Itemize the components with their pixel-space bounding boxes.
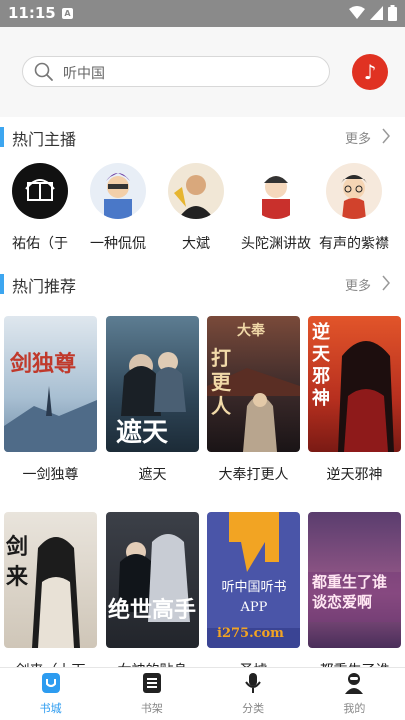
book-cover: 逆天邪神 xyxy=(308,316,401,452)
anchor-item[interactable]: 大斌 xyxy=(156,163,236,253)
microphone-icon xyxy=(245,673,261,693)
more-anchors-link[interactable]: 更多 xyxy=(345,128,371,147)
avatar xyxy=(248,163,304,219)
section-accent-bar xyxy=(0,274,4,294)
hot-recommend-header: 热门推荐 更多 xyxy=(0,272,405,296)
book-title: 遮天 xyxy=(138,467,167,483)
chevron-right-icon[interactable] xyxy=(381,274,391,292)
search-input[interactable]: 听中国 xyxy=(22,56,330,87)
avatar xyxy=(90,163,146,219)
cover-title: 都重生了谁谈恋爱啊 xyxy=(312,573,388,611)
cover-title: 遮天 xyxy=(116,418,169,448)
book-cover: 剑来 xyxy=(4,512,97,648)
section-accent-bar xyxy=(0,127,4,147)
bottom-navigation: 书城 书架 分类 我的 xyxy=(0,667,405,720)
search-placeholder: 听中国 xyxy=(63,66,105,82)
status-bar: 11:15 A xyxy=(0,0,405,27)
avatar xyxy=(168,163,224,219)
chevron-right-icon[interactable] xyxy=(381,127,391,145)
cover-title: 逆天邪神 xyxy=(312,322,330,409)
status-time: 11:15 xyxy=(8,4,56,22)
more-books-link[interactable]: 更多 xyxy=(345,275,371,294)
cover-title: 剑来 xyxy=(6,534,29,590)
cover-badge: 大奉 xyxy=(237,323,265,339)
book-cover: 绝世高手 xyxy=(106,512,199,648)
anchor-name: 有声的紫襟 xyxy=(319,236,389,252)
book-title: 一剑独尊 xyxy=(22,467,79,483)
nav-label: 分类 xyxy=(242,702,265,715)
nav-label: 我的 xyxy=(343,702,366,715)
anchor-item[interactable]: 祐佑（于 xyxy=(0,163,80,253)
music-player-button[interactable]: ♪ xyxy=(352,54,388,90)
book-title: 大奉打更人 xyxy=(218,467,289,483)
book-card[interactable]: 听中国听书APP i275.com 圣墟 xyxy=(207,512,300,680)
avatar xyxy=(326,163,382,219)
book-card[interactable]: 遮天 遮天 xyxy=(106,316,199,484)
bookshelf-icon xyxy=(142,673,161,693)
cover-title: 听中国听书APP xyxy=(221,580,287,615)
book-cover: 大奉 打更人 xyxy=(207,316,300,452)
wifi-icon xyxy=(349,6,365,19)
book-card[interactable]: 逆天邪神 逆天邪神 xyxy=(308,316,401,484)
top-header: 听中国 ♪ xyxy=(0,27,405,117)
book-card[interactable]: 剑独尊 一剑独尊 xyxy=(4,316,97,484)
nav-bookstore[interactable]: 书城 xyxy=(0,668,101,720)
search-icon xyxy=(34,62,53,81)
anchor-item[interactable]: 头陀渊讲故 xyxy=(236,163,316,253)
nav-bookshelf[interactable]: 书架 xyxy=(101,668,202,720)
nav-label: 书架 xyxy=(140,702,163,715)
battery-icon xyxy=(388,5,397,21)
book-title: 逆天邪神 xyxy=(326,467,383,483)
book-cover: 遮天 xyxy=(106,316,199,452)
anchor-name: 头陀渊讲故 xyxy=(241,236,311,252)
book-card[interactable]: 都重生了谁谈恋爱啊 都重生了谁 xyxy=(308,512,401,680)
cover-title: 打更人 xyxy=(211,346,231,418)
anchor-item[interactable]: 有声的紫襟 xyxy=(314,163,394,253)
anchor-item[interactable]: 一种侃侃 xyxy=(78,163,158,253)
book-card[interactable]: 剑来 剑来（上下 xyxy=(4,512,97,680)
music-note-icon: ♪ xyxy=(363,60,377,84)
nav-category[interactable]: 分类 xyxy=(203,668,304,720)
status-icons xyxy=(349,5,397,21)
cover-title: 剑独尊 xyxy=(10,351,77,377)
notification-icon: A xyxy=(62,8,73,19)
section-title: 热门推荐 xyxy=(12,277,77,296)
anchor-name: 大斌 xyxy=(182,236,210,252)
book-cover: 都重生了谁谈恋爱啊 xyxy=(308,512,401,648)
avatar xyxy=(12,163,68,219)
cover-subtitle: i275.com xyxy=(217,626,284,641)
nav-label: 书城 xyxy=(39,702,62,715)
cover-title: 绝世高手 xyxy=(108,597,197,623)
book-cover: 剑独尊 xyxy=(4,316,97,452)
bookstore-icon xyxy=(41,673,60,693)
nav-profile[interactable]: 我的 xyxy=(304,668,405,720)
section-title: 热门主播 xyxy=(12,130,77,149)
anchor-name: 祐佑（于 xyxy=(12,236,68,252)
signal-icon xyxy=(370,6,383,20)
anchor-name: 一种侃侃 xyxy=(90,236,146,252)
book-cover: 听中国听书APP i275.com xyxy=(207,512,300,648)
book-card[interactable]: 大奉 打更人 大奉打更人 xyxy=(207,316,300,484)
hot-anchors-header: 热门主播 更多 xyxy=(0,125,405,149)
profile-icon xyxy=(345,673,364,694)
book-card[interactable]: 绝世高手 女神的贴身 xyxy=(106,512,199,680)
